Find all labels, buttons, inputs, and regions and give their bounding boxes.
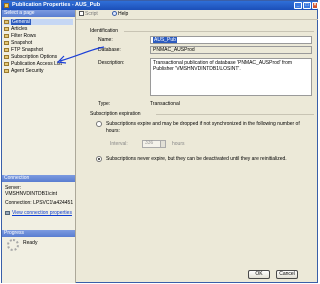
interval-spinbox[interactable]: 336 bbox=[142, 140, 166, 148]
database-field: PNMAC_AUSProd bbox=[150, 46, 312, 54]
connection-header: Connection bbox=[2, 175, 75, 182]
interval-label: Interval: bbox=[110, 141, 128, 147]
ok-button[interactable]: OK bbox=[248, 270, 270, 279]
never-expire-label: Subscriptions never expire, but they can… bbox=[106, 156, 287, 162]
expire-subscriptions-label: Subscriptions expire and may be dropped … bbox=[106, 121, 300, 127]
server-value: VMSHNVDINTDB1\cint bbox=[5, 191, 57, 197]
publication-properties-window: Publication Properties - AUS_Pub _ □ × S… bbox=[1, 0, 318, 283]
toolbar: Script Help bbox=[76, 10, 318, 20]
maximize-button[interactable]: □ bbox=[303, 2, 311, 9]
minimize-button[interactable]: _ bbox=[294, 2, 302, 9]
page-item-general[interactable]: General bbox=[4, 19, 73, 25]
name-field[interactable]: AUS_Pub bbox=[150, 36, 312, 44]
script-button[interactable]: Script bbox=[79, 11, 98, 18]
page-icon bbox=[4, 61, 9, 66]
type-value: Transactional bbox=[150, 101, 180, 107]
window-title: Publication Properties - AUS_Pub bbox=[12, 2, 101, 8]
page-icon bbox=[4, 40, 9, 45]
page-icon bbox=[4, 54, 9, 59]
page-icon bbox=[4, 26, 9, 31]
spin-arrows-icon bbox=[160, 141, 165, 147]
expire-subscriptions-label-cont: hours: bbox=[106, 128, 120, 134]
annotation-arrow-icon bbox=[56, 46, 105, 64]
description-line: Publisher 'VMSHNVDINTDB1\LOSINT'. bbox=[153, 66, 241, 72]
connection-icon bbox=[5, 210, 10, 215]
expire-subscriptions-radio[interactable] bbox=[96, 121, 102, 127]
progress-header: Progress bbox=[2, 230, 75, 237]
page-icon bbox=[4, 68, 9, 73]
interval-unit: hours bbox=[172, 141, 185, 147]
help-icon bbox=[112, 11, 117, 16]
view-connection-properties-link[interactable]: View connection properties bbox=[5, 210, 72, 216]
script-icon bbox=[79, 11, 84, 16]
page-icon bbox=[4, 19, 9, 24]
progress-spinner-icon bbox=[7, 239, 19, 251]
type-label: Type: bbox=[98, 101, 111, 107]
progress-status: Ready bbox=[23, 240, 38, 246]
page-icon bbox=[4, 47, 9, 52]
general-page: Identification Name: AUS_Pub Database: P… bbox=[76, 20, 319, 264]
cancel-button[interactable]: Cancel bbox=[276, 270, 298, 279]
window-icon bbox=[4, 3, 9, 8]
connection-value: Connection: LPSVC1\a424451 bbox=[5, 200, 74, 206]
identification-header: Identification bbox=[90, 28, 119, 34]
expiration-divider bbox=[156, 114, 314, 115]
page-icon bbox=[4, 33, 9, 38]
select-page-header: Select a page bbox=[2, 10, 75, 17]
subscription-expiration-header: Subscription expiration bbox=[90, 111, 141, 117]
page-item-filter-rows[interactable]: Filter Rows bbox=[4, 33, 73, 39]
page-item-agent-security[interactable]: Agent Security bbox=[4, 68, 73, 74]
close-button[interactable]: × bbox=[312, 2, 318, 9]
title-bar[interactable]: Publication Properties - AUS_Pub _ □ × bbox=[2, 1, 318, 10]
description-field[interactable]: Transactional publication of database 'P… bbox=[150, 58, 312, 96]
identification-divider bbox=[124, 31, 314, 32]
name-label: Name: bbox=[98, 37, 113, 43]
never-expire-radio[interactable] bbox=[96, 156, 102, 162]
page-item-articles[interactable]: Articles bbox=[4, 26, 73, 32]
help-button[interactable]: Help bbox=[112, 11, 128, 18]
dialog-footer: OK Cancel bbox=[76, 264, 319, 284]
